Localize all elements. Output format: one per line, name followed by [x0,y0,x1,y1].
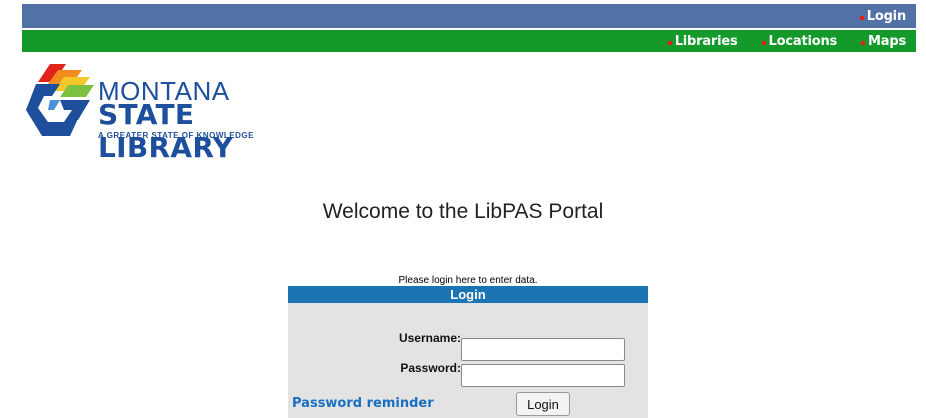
username-label: Username: [398,331,461,345]
nav-bar: Libraries Locations Maps [22,30,916,52]
bullet-icon [761,41,766,45]
username-input[interactable] [461,338,625,361]
login-form: Login Username: Password: Password remin… [288,286,648,418]
nav-item-label: Libraries [674,33,738,49]
top-login-link[interactable]: Login [859,8,906,24]
password-input[interactable] [461,364,625,387]
login-form-header: Login [288,286,648,303]
page: Login Libraries Locations Maps MONTANA S… [0,0,926,418]
bullet-icon [667,41,672,45]
nav-item-locations[interactable]: Locations [761,33,838,49]
nav-item-label: Maps [868,33,906,49]
nav-item-label: Locations [768,33,838,49]
montana-state-library-logo[interactable]: MONTANA STATE LIBRARY A GREATER STATE OF… [24,60,324,164]
bullet-icon [861,41,866,45]
top-login-label: Login [866,8,906,24]
login-button[interactable]: Login [516,392,570,416]
nav-item-maps[interactable]: Maps [861,34,906,49]
bullet-icon [859,16,864,20]
password-label: Password: [400,361,461,375]
top-bar: Login [22,4,916,28]
password-reminder-link[interactable]: Password reminder [292,396,434,411]
logo-mark-icon [26,64,94,136]
page-title: Welcome to the LibPAS Portal [322,200,604,223]
login-prompt: Please login here to enter data. [398,275,538,286]
logo-tagline: A GREATER STATE OF KNOWLEDGE [98,131,254,140]
nav-item-libraries[interactable]: Libraries [667,33,738,49]
